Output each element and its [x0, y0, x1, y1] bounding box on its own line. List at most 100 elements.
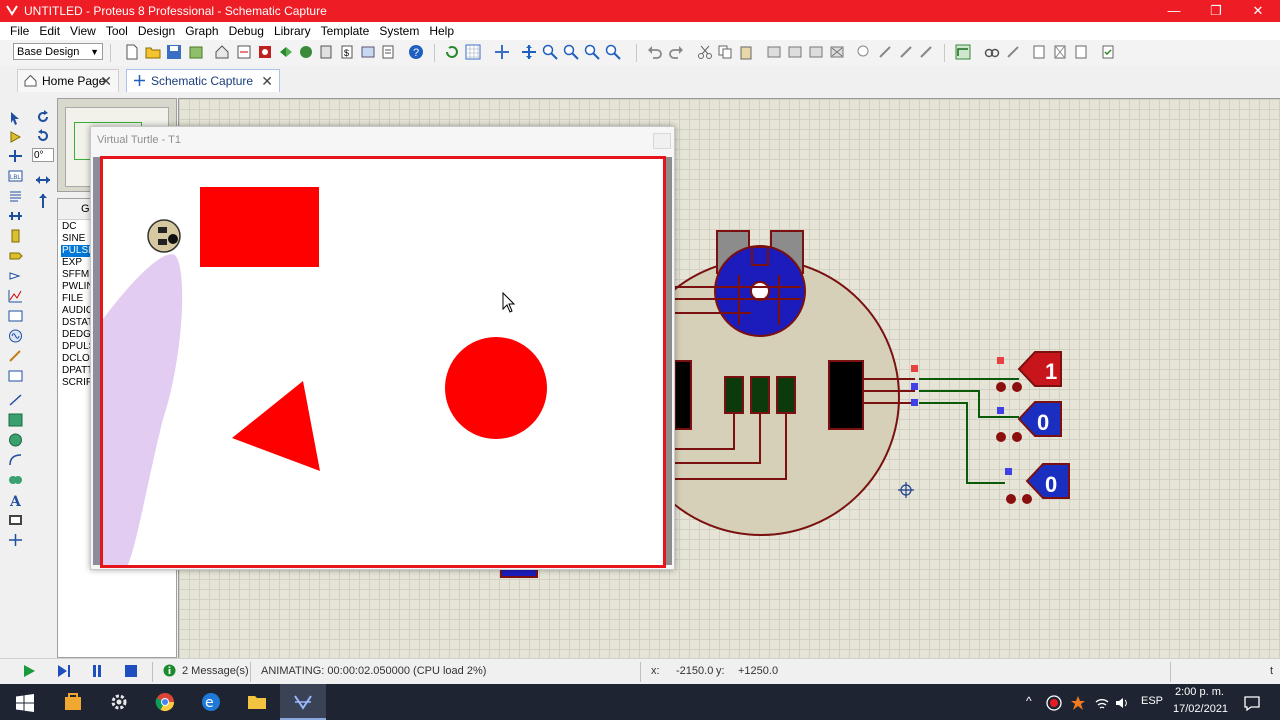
block-rotate-icon[interactable]: [808, 44, 824, 60]
menu-edit[interactable]: Edit: [34, 22, 65, 38]
info-icon[interactable]: [163, 664, 176, 677]
generator-item[interactable]: PWLIN: [61, 281, 90, 293]
marker-tool-icon[interactable]: [8, 533, 23, 547]
generator-item[interactable]: SCRIPT: [61, 377, 90, 389]
language-indicator[interactable]: ESP: [1141, 695, 1163, 707]
virtual-turtle-window[interactable]: Virtual Turtle - T1: [90, 126, 675, 570]
block-delete-icon[interactable]: [829, 44, 845, 60]
step-button[interactable]: [56, 664, 72, 678]
tape-recorder-icon[interactable]: [8, 309, 23, 323]
menu-system[interactable]: System: [374, 22, 424, 38]
notes-icon[interactable]: [380, 44, 396, 60]
grid-toggle-icon[interactable]: [465, 44, 481, 60]
import-icon[interactable]: [188, 44, 204, 60]
generator-item[interactable]: DC: [61, 221, 76, 233]
pause-button[interactable]: [90, 664, 104, 678]
tray-app-icon[interactable]: [1070, 695, 1086, 711]
new-file-icon[interactable]: [124, 44, 140, 60]
home-icon[interactable]: [214, 44, 230, 60]
generator-item[interactable]: AUDIO: [61, 305, 90, 317]
generator-item-selected[interactable]: PULSE: [61, 245, 93, 257]
menu-design[interactable]: Design: [133, 22, 180, 38]
text-script-icon[interactable]: [8, 189, 23, 203]
text-tool-icon[interactable]: A: [8, 493, 23, 507]
taskbar-chrome[interactable]: [142, 684, 188, 720]
generator-item[interactable]: DEDGE: [61, 329, 90, 341]
paste-icon[interactable]: [738, 44, 754, 60]
tab-close-icon[interactable]: ✕: [100, 70, 112, 92]
zoom-in-icon[interactable]: [542, 44, 558, 60]
generator-item[interactable]: DSTATE: [61, 317, 90, 329]
tab-schematic-capture[interactable]: Schematic Capture ✕: [126, 69, 280, 92]
help-icon[interactable]: ?: [408, 44, 424, 60]
generator-mode-icon[interactable]: [8, 329, 23, 343]
notification-icon[interactable]: [1243, 694, 1261, 712]
decompose-icon[interactable]: [918, 44, 934, 60]
pan-icon[interactable]: [521, 44, 537, 60]
line-tool-icon[interactable]: [8, 393, 23, 407]
save-icon[interactable]: [166, 44, 182, 60]
messages-count[interactable]: 2 Message(s): [182, 665, 249, 677]
menu-template[interactable]: Template: [316, 22, 375, 38]
device-pins-icon[interactable]: [8, 269, 23, 283]
tab-home-page[interactable]: Home Page ✕: [17, 69, 119, 92]
search-tag-icon[interactable]: [984, 44, 1000, 60]
3d-viewer-icon[interactable]: [278, 44, 294, 60]
volume-icon[interactable]: [1114, 695, 1130, 711]
play-button[interactable]: [22, 664, 36, 678]
undo-icon[interactable]: [647, 44, 663, 60]
taskbar-proteus[interactable]: [280, 684, 326, 720]
menu-debug[interactable]: Debug: [224, 22, 269, 38]
origin-icon[interactable]: [494, 44, 510, 60]
wifi-icon[interactable]: [1094, 695, 1110, 711]
rotate-anticlockwise-icon[interactable]: [35, 128, 51, 144]
subcircuit-icon[interactable]: [8, 229, 23, 243]
virtual-turtle-close-button[interactable]: [653, 133, 671, 149]
rotation-angle-field[interactable]: 0°: [32, 148, 54, 162]
taskbar-edge[interactable]: e: [188, 684, 234, 720]
pick-device-icon[interactable]: [856, 44, 872, 60]
arc-tool-icon[interactable]: [8, 453, 23, 467]
copy-icon[interactable]: [717, 44, 733, 60]
component-mode-icon[interactable]: [8, 130, 23, 144]
remove-sheet-icon[interactable]: [1052, 44, 1068, 60]
generator-item[interactable]: SINE: [61, 233, 85, 245]
package-tool-icon[interactable]: [898, 44, 914, 60]
close-button[interactable]: ✕: [1236, 0, 1280, 22]
gerber-icon[interactable]: [298, 44, 314, 60]
tab-close-icon[interactable]: ✕: [261, 70, 273, 92]
zoom-all-icon[interactable]: [584, 44, 600, 60]
design-select[interactable]: Base Design ▼: [13, 43, 103, 60]
wire-label-icon[interactable]: LBL: [8, 169, 23, 183]
graph-mode-icon[interactable]: [8, 289, 23, 303]
circle-tool-icon[interactable]: [8, 433, 23, 447]
rotate-clockwise-icon[interactable]: [35, 109, 51, 125]
menu-library[interactable]: Library: [269, 22, 316, 38]
cut-icon[interactable]: [697, 44, 713, 60]
block-copy-icon[interactable]: [766, 44, 782, 60]
junction-dot-icon[interactable]: [8, 149, 23, 163]
terminals-icon[interactable]: [8, 249, 23, 263]
taskbar-app-store[interactable]: [50, 684, 96, 720]
turtle-arena[interactable]: [100, 156, 666, 568]
box-tool-icon[interactable]: [8, 413, 23, 427]
generator-item[interactable]: EXP: [61, 257, 82, 269]
selection-mode-icon[interactable]: [8, 111, 23, 125]
taskbar-settings-tool[interactable]: [96, 684, 142, 720]
zoom-out-icon[interactable]: [563, 44, 579, 60]
generator-item[interactable]: FILE: [61, 293, 83, 305]
windows-start-icon[interactable]: [16, 694, 34, 712]
menu-view[interactable]: View: [65, 22, 101, 38]
pcb-layout-icon[interactable]: [257, 44, 273, 60]
bill-of-materials-icon[interactable]: $: [339, 44, 355, 60]
wire-autorouter-icon[interactable]: [955, 44, 971, 60]
mirror-horizontal-icon[interactable]: [35, 173, 51, 187]
record-icon[interactable]: [1046, 695, 1062, 711]
clock-time[interactable]: 2:00 p. m.: [1175, 686, 1224, 698]
symbol-tool-icon[interactable]: [8, 513, 23, 527]
generator-item[interactable]: SFFM: [61, 269, 89, 281]
schematic-icon[interactable]: [236, 44, 252, 60]
block-move-icon[interactable]: [787, 44, 803, 60]
menu-tool[interactable]: Tool: [101, 22, 133, 38]
menu-file[interactable]: File: [5, 22, 34, 38]
